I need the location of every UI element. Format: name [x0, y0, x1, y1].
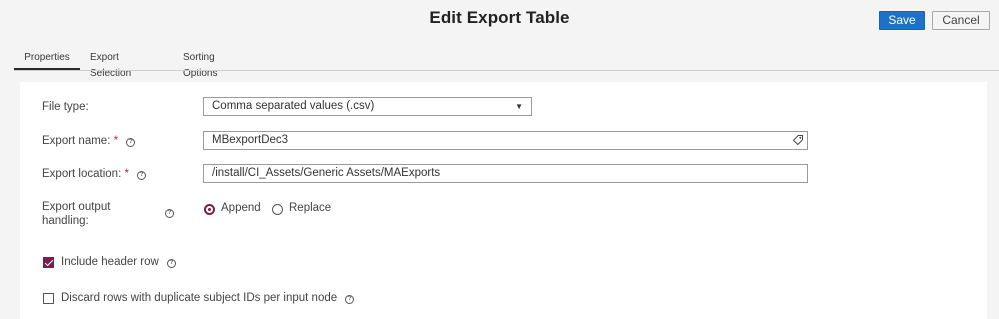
discard-duplicates-checkbox[interactable] — [43, 293, 54, 304]
include-header-label-text: Include header row — [61, 256, 159, 268]
export-name-label-text: Export name: — [42, 135, 111, 147]
save-button[interactable]: Save — [879, 11, 925, 30]
required-marker: * — [124, 168, 129, 180]
export-location-value: /install/CI_Assets/Generic Assets/MAExpo… — [212, 167, 441, 179]
export-location-label: Export location: * ? — [42, 168, 147, 180]
help-icon[interactable]: ? — [167, 259, 177, 268]
append-radio[interactable] — [204, 204, 215, 215]
output-handling-label: Export output handling: — [42, 200, 110, 228]
cancel-button[interactable]: Cancel — [932, 11, 990, 30]
include-header-checkbox[interactable] — [43, 257, 54, 268]
tabs-divider — [14, 70, 999, 71]
export-name-input[interactable]: MBexportDec3 — [203, 131, 808, 150]
file-type-label: File type: — [42, 101, 89, 113]
output-handling-label-line1: Export output — [42, 201, 111, 213]
discard-duplicates-label-text: Discard rows with duplicate subject IDs … — [61, 292, 338, 304]
export-name-label: Export name: * ? — [42, 135, 136, 147]
tab-export-selection[interactable]: Export Selection — [90, 50, 131, 79]
file-type-value: Comma separated values (.csv) — [212, 100, 375, 112]
replace-radio-label[interactable]: Replace — [289, 202, 331, 214]
tab-sorting-options[interactable]: Sorting Options — [183, 50, 217, 79]
export-location-input[interactable]: /install/CI_Assets/Generic Assets/MAExpo… — [203, 164, 808, 183]
chevron-down-icon: ▼ — [515, 102, 523, 111]
append-radio-label[interactable]: Append — [221, 202, 261, 214]
export-name-value: MBexportDec3 — [212, 134, 289, 146]
page-title: Edit Export Table — [429, 8, 570, 27]
file-type-select[interactable]: Comma separated values (.csv) ▼ — [203, 97, 532, 116]
discard-duplicates-label[interactable]: Discard rows with duplicate subject IDs … — [61, 292, 355, 304]
help-icon[interactable]: ? — [126, 138, 136, 147]
help-icon[interactable]: ? — [345, 295, 355, 304]
include-header-label[interactable]: Include header row ? — [61, 256, 177, 268]
required-marker: * — [113, 135, 119, 147]
tag-icon[interactable] — [792, 134, 804, 146]
tab-properties[interactable]: Properties — [14, 50, 80, 70]
properties-panel: File type: Comma separated values (.csv)… — [20, 82, 987, 319]
help-icon[interactable]: ? — [137, 171, 147, 180]
output-handling-label-line2: handling: — [42, 215, 89, 227]
help-icon[interactable]: ? — [165, 209, 174, 218]
replace-radio[interactable] — [272, 204, 283, 215]
export-location-label-text: Export location: — [42, 168, 122, 180]
